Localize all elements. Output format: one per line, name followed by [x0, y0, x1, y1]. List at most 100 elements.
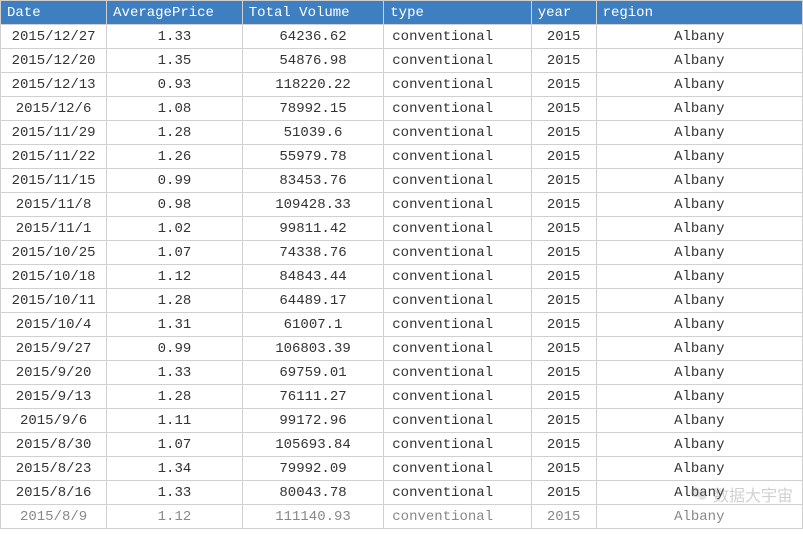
cell-year: 2015 — [531, 457, 596, 481]
cell-date: 2015/8/23 — [1, 457, 107, 481]
header-volume: Total Volume — [242, 1, 384, 25]
cell-region: Albany — [596, 265, 802, 289]
header-year: year — [531, 1, 596, 25]
cell-year: 2015 — [531, 265, 596, 289]
cell-type: conventional — [384, 169, 531, 193]
cell-volume: 84843.44 — [242, 265, 384, 289]
cell-type: conventional — [384, 457, 531, 481]
cell-region: Albany — [596, 313, 802, 337]
cell-type: conventional — [384, 265, 531, 289]
header-type: type — [384, 1, 531, 25]
cell-date: 2015/12/6 — [1, 97, 107, 121]
cell-date: 2015/11/29 — [1, 121, 107, 145]
cell-volume: 55979.78 — [242, 145, 384, 169]
cell-price: 1.11 — [107, 409, 243, 433]
header-region: region — [596, 1, 802, 25]
cell-year: 2015 — [531, 193, 596, 217]
table-body: 2015/12/271.3364236.62conventional2015Al… — [1, 25, 803, 529]
cell-type: conventional — [384, 241, 531, 265]
cell-year: 2015 — [531, 49, 596, 73]
table-row: 2015/10/181.1284843.44conventional2015Al… — [1, 265, 803, 289]
data-table: Date AveragePrice Total Volume type year… — [0, 0, 803, 529]
table-row: 2015/9/131.2876111.27conventional2015Alb… — [1, 385, 803, 409]
cell-type: conventional — [384, 505, 531, 529]
cell-region: Albany — [596, 25, 802, 49]
header-row: Date AveragePrice Total Volume type year… — [1, 1, 803, 25]
cell-price: 1.07 — [107, 241, 243, 265]
cell-region: Albany — [596, 337, 802, 361]
cell-region: Albany — [596, 457, 802, 481]
cell-year: 2015 — [531, 25, 596, 49]
cell-type: conventional — [384, 361, 531, 385]
cell-price: 1.08 — [107, 97, 243, 121]
cell-date: 2015/11/8 — [1, 193, 107, 217]
header-price: AveragePrice — [107, 1, 243, 25]
cell-volume: 111140.93 — [242, 505, 384, 529]
cell-region: Albany — [596, 49, 802, 73]
cell-date: 2015/10/25 — [1, 241, 107, 265]
cell-date: 2015/10/18 — [1, 265, 107, 289]
cell-date: 2015/11/22 — [1, 145, 107, 169]
cell-date: 2015/9/13 — [1, 385, 107, 409]
cell-year: 2015 — [531, 169, 596, 193]
cell-type: conventional — [384, 25, 531, 49]
cell-date: 2015/11/1 — [1, 217, 107, 241]
cell-price: 1.12 — [107, 265, 243, 289]
cell-volume: 54876.98 — [242, 49, 384, 73]
cell-price: 0.93 — [107, 73, 243, 97]
cell-price: 1.33 — [107, 25, 243, 49]
cell-volume: 69759.01 — [242, 361, 384, 385]
cell-price: 1.12 — [107, 505, 243, 529]
cell-region: Albany — [596, 169, 802, 193]
cell-volume: 64489.17 — [242, 289, 384, 313]
cell-year: 2015 — [531, 385, 596, 409]
cell-date: 2015/12/13 — [1, 73, 107, 97]
cell-volume: 51039.6 — [242, 121, 384, 145]
cell-type: conventional — [384, 121, 531, 145]
cell-year: 2015 — [531, 505, 596, 529]
cell-region: Albany — [596, 73, 802, 97]
cell-type: conventional — [384, 385, 531, 409]
cell-type: conventional — [384, 193, 531, 217]
table-row: 2015/12/271.3364236.62conventional2015Al… — [1, 25, 803, 49]
cell-type: conventional — [384, 313, 531, 337]
cell-type: conventional — [384, 289, 531, 313]
cell-date: 2015/9/27 — [1, 337, 107, 361]
cell-price: 0.99 — [107, 337, 243, 361]
table-row: 2015/11/150.9983453.76conventional2015Al… — [1, 169, 803, 193]
cell-region: Albany — [596, 409, 802, 433]
cell-region: Albany — [596, 361, 802, 385]
cell-year: 2015 — [531, 337, 596, 361]
cell-date: 2015/12/27 — [1, 25, 107, 49]
cell-volume: 61007.1 — [242, 313, 384, 337]
cell-region: Albany — [596, 97, 802, 121]
cell-date: 2015/8/16 — [1, 481, 107, 505]
table-row: 2015/12/61.0878992.15conventional2015Alb… — [1, 97, 803, 121]
table-row: 2015/10/41.3161007.1conventional2015Alba… — [1, 313, 803, 337]
cell-price: 0.99 — [107, 169, 243, 193]
cell-type: conventional — [384, 409, 531, 433]
table-row: 2015/10/251.0774338.76conventional2015Al… — [1, 241, 803, 265]
cell-region: Albany — [596, 385, 802, 409]
cell-region: Albany — [596, 121, 802, 145]
cell-volume: 118220.22 — [242, 73, 384, 97]
cell-year: 2015 — [531, 409, 596, 433]
table-row: 2015/8/161.3380043.78conventional2015Alb… — [1, 481, 803, 505]
table-row: 2015/12/201.3554876.98conventional2015Al… — [1, 49, 803, 73]
table-row: 2015/11/11.0299811.42conventional2015Alb… — [1, 217, 803, 241]
cell-volume: 76111.27 — [242, 385, 384, 409]
cell-price: 0.98 — [107, 193, 243, 217]
cell-type: conventional — [384, 337, 531, 361]
cell-region: Albany — [596, 289, 802, 313]
cell-price: 1.33 — [107, 481, 243, 505]
table-row: 2015/12/130.93118220.22conventional2015A… — [1, 73, 803, 97]
cell-region: Albany — [596, 145, 802, 169]
table-row: 2015/10/111.2864489.17conventional2015Al… — [1, 289, 803, 313]
cell-date: 2015/9/20 — [1, 361, 107, 385]
cell-price: 1.35 — [107, 49, 243, 73]
cell-date: 2015/10/11 — [1, 289, 107, 313]
cell-volume: 105693.84 — [242, 433, 384, 457]
cell-type: conventional — [384, 481, 531, 505]
cell-year: 2015 — [531, 433, 596, 457]
cell-volume: 80043.78 — [242, 481, 384, 505]
